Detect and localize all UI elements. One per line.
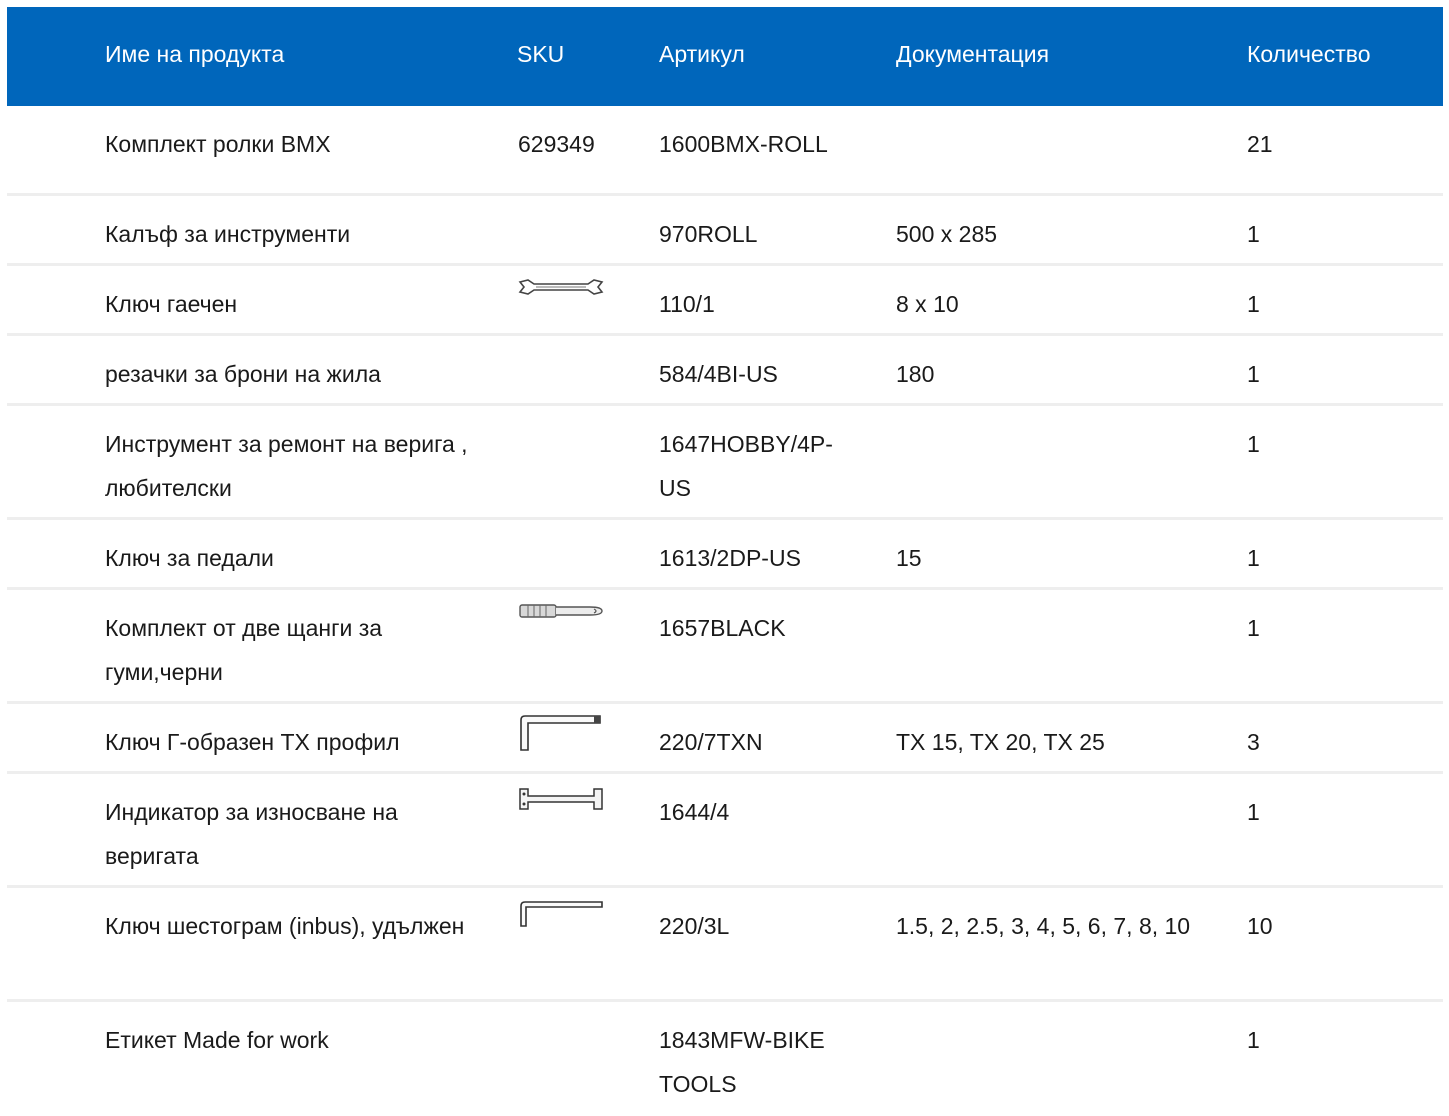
header-quantity[interactable]: Количество	[1247, 39, 1397, 69]
product-table: Име на продукта SKU Артикул Документация…	[7, 7, 1443, 1116]
product-quantity: 1	[1247, 615, 1260, 641]
table-row: резачки за брони на жила 584/4BI-US 180 …	[7, 336, 1443, 406]
product-quantity: 3	[1247, 729, 1260, 755]
product-documentation: 180	[896, 361, 935, 387]
product-article: 1613/2DP-US	[659, 545, 801, 571]
product-name: Комплект ролки BMX	[105, 131, 331, 157]
product-name: Калъф за инструменти	[105, 221, 351, 247]
table-row: Ключ Г-образен TX профил 220/7TXN TX 15,…	[7, 704, 1443, 774]
product-name: Инструмент за ремонт на верига , любител…	[105, 431, 468, 501]
product-quantity: 1	[1247, 545, 1260, 571]
header-documentation[interactable]: Документация	[896, 39, 1236, 69]
table-row: Калъф за инструменти 970ROLL 500 x 285 1	[7, 196, 1443, 266]
product-article: 970ROLL	[659, 221, 758, 247]
product-quantity: 1	[1247, 1027, 1260, 1053]
product-article: 220/7TXN	[659, 729, 763, 755]
product-name: резачки за брони на жила	[105, 361, 381, 387]
table-row: Индикатор за износване на веригата 1644/…	[7, 774, 1443, 888]
product-name: Ключ за педали	[105, 545, 274, 571]
product-documentation: 1.5, 2, 2.5, 3, 4, 5, 6, 7, 8, 10	[896, 913, 1191, 939]
product-article: 110/1	[659, 291, 715, 317]
product-quantity: 10	[1247, 913, 1273, 939]
table-row: Етикет Made for work 1843MFW-BIKE TOOLS …	[7, 1002, 1443, 1116]
product-article: 1644/4	[659, 799, 730, 825]
product-quantity: 21	[1247, 131, 1273, 157]
header-sku[interactable]: SKU	[517, 39, 627, 69]
product-article: 220/3L	[659, 913, 730, 939]
tire-lever-icon	[519, 604, 603, 618]
table-row: Комплект от две щанги за гуми,черни 1657…	[7, 590, 1443, 704]
table-row: Ключ шестограм (inbus), удължен 220/3L 1…	[7, 888, 1443, 1002]
product-name: Комплект от две щанги за гуми,черни	[105, 615, 383, 685]
product-article: 1600BMX-ROLL	[659, 131, 828, 157]
product-article: 1647HOBBY/4P-US	[659, 431, 833, 501]
table-row: Ключ гаечен 110/1 8 x 10 1	[7, 266, 1443, 336]
table-row: Комплект ролки BMX 629349 1600BMX-ROLL 2…	[7, 106, 1443, 196]
product-documentation: 500 x 285	[896, 221, 998, 247]
product-article: 1657BLACK	[659, 615, 786, 641]
product-article: 1843MFW-BIKE TOOLS	[659, 1027, 825, 1097]
product-quantity: 1	[1247, 221, 1260, 247]
chain-wear-indicator-icon	[519, 788, 603, 810]
header-product-name[interactable]: Име на продукта	[105, 39, 495, 69]
product-name: Индикатор за износване на веригата	[105, 799, 398, 869]
product-quantity: 1	[1247, 431, 1260, 457]
table-header: Име на продукта SKU Артикул Документация…	[7, 7, 1443, 106]
product-quantity: 1	[1247, 291, 1260, 317]
product-name: Ключ Г-образен TX профил	[105, 729, 400, 755]
product-name: Ключ гаечен	[105, 291, 238, 317]
hex-key-long-icon	[520, 901, 603, 927]
product-documentation: 8 x 10	[896, 291, 959, 317]
product-article: 584/4BI-US	[659, 361, 778, 387]
table-row: Инструмент за ремонт на верига , любител…	[7, 406, 1443, 520]
open-end-wrench-icon	[518, 279, 604, 295]
product-name: Ключ шестограм (inbus), удължен	[105, 913, 465, 939]
product-quantity: 1	[1247, 799, 1260, 825]
product-name: Етикет Made for work	[105, 1027, 329, 1053]
product-sku: 629349	[518, 131, 595, 157]
product-documentation: 15	[896, 545, 922, 571]
product-documentation: TX 15, TX 20, TX 25	[896, 729, 1105, 755]
table-row: Ключ за педали 1613/2DP-US 15 1	[7, 520, 1443, 590]
header-article[interactable]: Артикул	[659, 39, 859, 69]
l-key-torx-icon	[520, 715, 601, 751]
product-quantity: 1	[1247, 361, 1260, 387]
